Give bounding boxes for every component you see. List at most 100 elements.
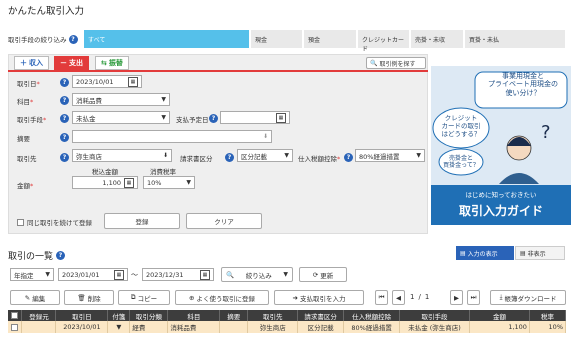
partner-label: 取引先	[17, 155, 37, 163]
help-icon[interactable]: ?	[60, 114, 69, 123]
arrow-down-icon[interactable]: ⬇	[263, 133, 268, 140]
select-all-header[interactable]	[8, 310, 23, 321]
filter-tab-receivable[interactable]: 売掛・未収	[411, 30, 464, 48]
calendar-icon[interactable]: ▦	[114, 269, 124, 280]
partner-input[interactable]: 弥生商店 ⬇	[72, 149, 172, 162]
tab-income[interactable]: ＋収入	[14, 56, 49, 70]
copy-button[interactable]: ⧉ コピー	[118, 290, 170, 305]
method-select[interactable]: 未払金 ▼	[72, 111, 170, 124]
column-header[interactable]: 取引日	[55, 310, 109, 321]
amount-input[interactable]: 1,100 ▦	[72, 176, 138, 189]
date-to-input[interactable]: 2023/12/31 ▦	[142, 268, 214, 281]
help-icon[interactable]: ?	[60, 96, 69, 105]
chevron-down-icon: ▼	[416, 152, 421, 159]
filter-tab-deposit[interactable]: 預金	[304, 30, 357, 48]
refresh-button[interactable]: ⟳ 更新	[299, 267, 347, 282]
purchase-tax-select[interactable]: 80%経過措置 ▼	[355, 149, 425, 162]
download-icon: ⤓	[499, 293, 503, 301]
period-type-select[interactable]: 年指定 ▼	[10, 268, 54, 281]
column-header[interactable]: 科目	[167, 310, 221, 321]
payment-entry-button[interactable]: ➜ 支払取引を入力	[274, 290, 364, 305]
edit-button[interactable]: ✎ 編集	[10, 290, 60, 305]
help-icon[interactable]: ?	[56, 251, 66, 260]
page-title: かんたん取引入力	[8, 6, 85, 17]
column-header[interactable]: 取引手段	[399, 310, 470, 321]
transaction-table: 登録元 取引日 付箋 取引分類 科目 摘要 取引先 請求書区分 仕入税額控除 取…	[8, 310, 567, 333]
date-input[interactable]: 2023/10/01 ▦	[72, 75, 142, 88]
help-icon[interactable]: ?	[60, 133, 69, 142]
arrow-down-icon[interactable]: ⬇	[163, 152, 168, 159]
delete-button[interactable]: 🗑 削除	[64, 290, 114, 305]
transfer-icon: ⇆	[101, 59, 107, 67]
column-header[interactable]: 登録元	[21, 310, 57, 321]
help-icon[interactable]: ?	[68, 34, 78, 44]
cell-tag[interactable]: ▼	[107, 321, 131, 333]
first-page-button[interactable]: ⏮	[375, 290, 388, 305]
column-header[interactable]: 摘要	[219, 310, 249, 321]
purchase-tax-value: 80%経過措置	[359, 152, 400, 161]
calculator-icon[interactable]: ▦	[124, 177, 134, 188]
column-header[interactable]: 取引分類	[129, 310, 169, 321]
table-row[interactable]: 2023/10/01 ▼ 経費 消耗品費 弥生商店 区分記載 80%経過措置 未…	[8, 321, 567, 333]
cell-memo	[219, 321, 249, 333]
register-frequent-button[interactable]: ⊕ よく使う取引に登録	[175, 290, 269, 305]
calendar-icon[interactable]: ▦	[276, 112, 286, 123]
column-header[interactable]: 付箋	[107, 310, 131, 321]
filter-tab-payable[interactable]: 買掛・未払	[465, 30, 566, 48]
continue-option[interactable]: 同じ取引を続けて登録	[17, 217, 92, 227]
find-example-button[interactable]: 🔍 取引例を探す	[366, 57, 426, 69]
plus-icon: ＋	[20, 59, 27, 67]
help-icon[interactable]: ?	[225, 153, 234, 162]
tab-expense[interactable]: －支出	[54, 56, 89, 70]
purchase-tax-label: 仕入税額控除*	[298, 155, 341, 163]
tab-income-label: 収入	[29, 59, 43, 67]
date-from-input[interactable]: 2023/01/01 ▦	[58, 268, 128, 281]
toggle-hide-input[interactable]: ▤ 非表示	[515, 246, 565, 260]
chevron-down-icon: ▼	[45, 271, 50, 278]
page-sep: /	[418, 293, 421, 301]
help-icon[interactable]: ?	[60, 78, 69, 87]
tab-transfer[interactable]: ⇆ 振替	[95, 56, 129, 70]
download-label: 帳簿ダウンロード	[504, 294, 557, 303]
ad-banner[interactable]: はじめに知っておきたい 取引入力ガイド	[431, 185, 571, 225]
filter-tab-cash[interactable]: 現金	[251, 30, 303, 48]
account-select[interactable]: 消耗品費 ▼	[72, 93, 170, 106]
download-button[interactable]: ⤓ 帳簿ダウンロード	[490, 290, 566, 305]
select-all-checkbox[interactable]	[11, 312, 19, 319]
filter-button[interactable]: 🔍 絞り込み ▼	[221, 267, 293, 282]
column-header[interactable]: 金額	[469, 310, 530, 321]
calendar-icon[interactable]: ▦	[200, 269, 210, 280]
cell-category: 経費	[129, 321, 169, 333]
payment-due-label: 支払予定日	[176, 116, 209, 124]
tab-transfer-label: 振替	[108, 59, 123, 67]
row-select-cell[interactable]	[8, 321, 23, 333]
toggle-show-input[interactable]: ▤ 入力の表示	[456, 246, 514, 260]
invoice-type-select[interactable]: 区分記載 ▼	[237, 149, 293, 162]
column-header[interactable]: 仕入税額控除	[343, 310, 401, 321]
filter-tab-credit[interactable]: クレジットカード	[358, 30, 410, 53]
help-icon[interactable]: ?	[209, 114, 218, 123]
plus-icon: ⊕	[189, 293, 195, 302]
help-icon[interactable]: ?	[60, 153, 69, 162]
next-page-button[interactable]: ▶	[450, 290, 463, 305]
prev-page-button[interactable]: ◀	[392, 290, 405, 305]
clear-button[interactable]: クリア	[186, 213, 262, 229]
column-header[interactable]: 請求書区分	[297, 310, 345, 321]
register-button[interactable]: 登録	[104, 213, 180, 229]
row-checkbox[interactable]	[11, 323, 19, 331]
filter-tab-all[interactable]: すべて	[84, 30, 250, 48]
column-header[interactable]: 取引先	[247, 310, 299, 321]
calendar-icon[interactable]: ▦	[128, 76, 138, 87]
last-page-button[interactable]: ⏭	[467, 290, 480, 305]
tax-rate-select[interactable]: 10% ▼	[143, 176, 195, 189]
page-total: 1	[424, 293, 430, 301]
continue-checkbox[interactable]	[17, 218, 24, 226]
help-icon[interactable]: ?	[344, 153, 353, 162]
memo-input[interactable]: ⬇	[72, 130, 272, 143]
refresh-icon: ⟳	[312, 270, 319, 279]
column-header[interactable]: 税率	[529, 310, 567, 321]
tax-incl-label: 税込金額	[92, 168, 118, 176]
payment-due-input[interactable]: ▦	[220, 111, 290, 124]
minus-icon: －	[60, 59, 67, 67]
page-indicator: 1 / 1	[410, 293, 429, 301]
